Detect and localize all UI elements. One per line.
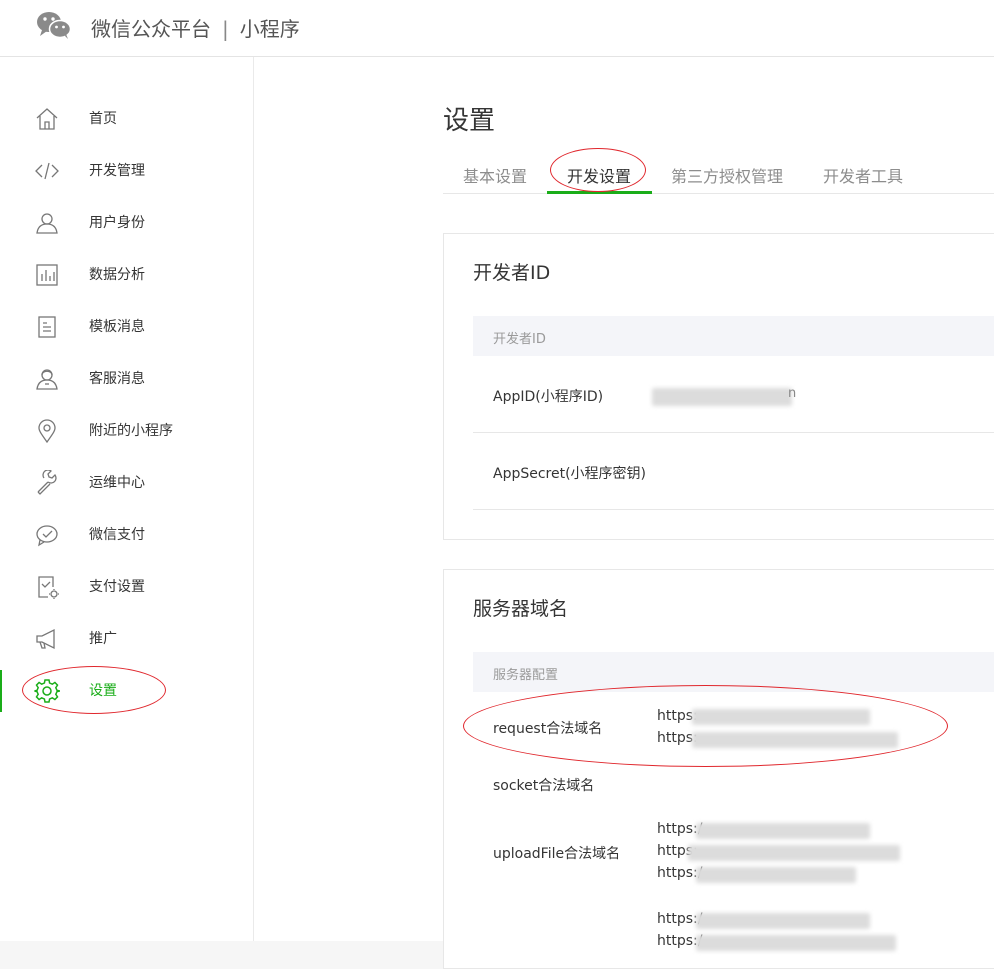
tab-dev-settings[interactable]: 开发设置 [567,163,631,187]
sidebar-item-nearby-mini-programs[interactable]: 附近的小程序 [0,404,253,456]
appid-value-redacted [652,388,792,406]
url-redacted [696,913,870,929]
table-header: 开发者ID [473,316,994,356]
sidebar-item-label: 设置 [89,683,117,699]
wechat-logo-icon[interactable] [36,10,72,40]
active-indicator [0,670,2,712]
appid-value-partial: n [788,386,797,401]
platform-brand[interactable]: 微信公众平台 | 小程序 [91,13,300,42]
card-title: 开发者ID [473,262,551,284]
sidebar-item-label: 模板消息 [89,319,145,335]
sidebar-item-label: 微信支付 [89,527,145,543]
home-icon [34,106,60,132]
sidebar-item-operations-center[interactable]: 运维中心 [0,456,253,508]
sidebar-item-customer-service[interactable]: 客服消息 [0,352,253,404]
uploadfile-domain-label: uploadFile合法域名 [493,846,621,862]
table-header-label: 服务器配置 [493,668,559,683]
request-domain-label: request合法域名 [493,721,603,737]
server-domain-card: 服务器域名 服务器配置 request合法域名 https: https: so… [443,569,994,969]
sidebar-item-wechat-pay[interactable]: 微信支付 [0,508,253,560]
sidebar-item-dev-management[interactable]: 开发管理 [0,144,253,196]
sidebar-item-label: 附近的小程序 [89,423,173,439]
sidebar-item-label: 推广 [89,631,117,647]
bar-chart-icon [34,262,60,288]
sidebar-item-label: 数据分析 [89,267,145,283]
sidebar-item-label: 运维中心 [89,475,145,491]
url-redacted [696,935,896,951]
tab-basic-settings[interactable]: 基本设置 [463,163,527,187]
table-header: 服务器配置 [473,652,994,692]
row-divider [473,432,994,433]
sidebar-item-label: 支付设置 [89,579,145,595]
sidebar: 首页 开发管理 用户身份 数据分析 模板消息 客服消息 附近的小程序 运维中心 … [0,57,254,941]
appsecret-label: AppSecret(小程序密钥) [493,466,647,482]
tab-developer-tools[interactable]: 开发者工具 [823,163,903,187]
brand-separator: | [222,17,229,41]
main-content: 设置 基本设置 开发设置 第三方授权管理 开发者工具 开发者ID 开发者ID A… [254,57,994,969]
url-redacted [688,845,900,861]
appid-label: AppID(小程序ID) [493,389,604,405]
top-bar: 微信公众平台 | 小程序 [0,0,994,57]
sidebar-item-label: 用户身份 [89,215,145,231]
product-name: 小程序 [239,17,300,41]
code-icon [34,158,60,184]
platform-name: 微信公众平台 [91,17,211,41]
location-pin-icon [34,418,60,444]
row-divider [473,509,994,510]
sidebar-item-payment-settings[interactable]: 支付设置 [0,560,253,612]
url-redacted [692,709,870,725]
url-redacted [696,823,870,839]
page-title: 设置 [443,106,496,136]
wechat-pay-icon [34,522,60,548]
card-title: 服务器域名 [473,598,569,620]
socket-domain-label: socket合法域名 [493,778,595,794]
gear-icon [34,678,60,704]
user-icon [34,210,60,236]
sidebar-item-promotion[interactable]: 推广 [0,612,253,664]
active-tab-underline [547,191,652,194]
developer-id-card: 开发者ID 开发者ID AppID(小程序ID) n AppSecret(小程序… [443,233,994,540]
tab-third-party-authorization[interactable]: 第三方授权管理 [671,163,783,187]
settings-tabs: 基本设置 开发设置 第三方授权管理 开发者工具 [443,148,994,194]
megaphone-icon [34,626,60,652]
payment-settings-icon [34,574,60,600]
url-redacted [696,867,856,883]
sidebar-item-data-analysis[interactable]: 数据分析 [0,248,253,300]
sidebar-item-template-messages[interactable]: 模板消息 [0,300,253,352]
customer-service-icon [34,366,60,392]
sidebar-item-home[interactable]: 首页 [0,92,253,144]
table-header-label: 开发者ID [493,332,546,347]
sidebar-item-label: 首页 [89,111,117,127]
wrench-icon [34,470,60,496]
sidebar-item-user-identity[interactable]: 用户身份 [0,196,253,248]
sidebar-item-label: 开发管理 [89,163,145,179]
url-redacted [692,732,898,748]
document-icon [34,314,60,340]
sidebar-item-label: 客服消息 [89,371,145,387]
sidebar-item-settings[interactable]: 设置 [0,664,253,716]
